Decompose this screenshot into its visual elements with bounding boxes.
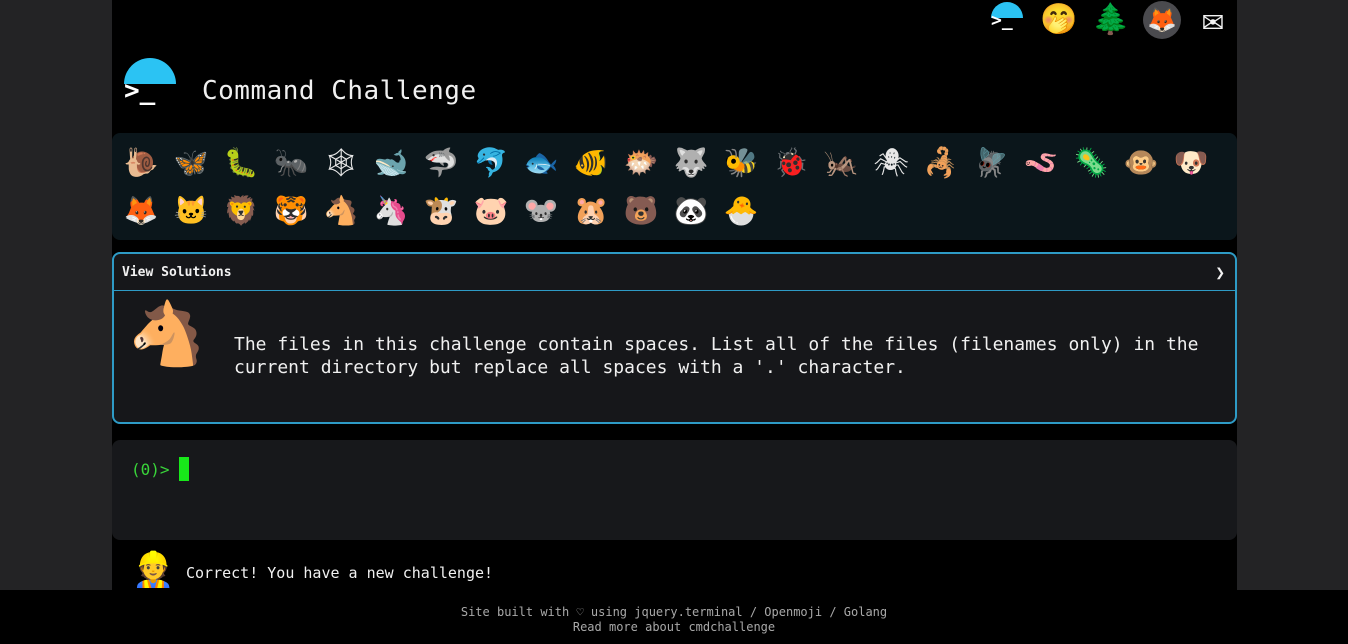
fish-icon[interactable]: 🐟 xyxy=(516,139,566,187)
tiger-icon[interactable]: 🐯 xyxy=(266,187,316,235)
status-message: 👷 Correct! You have a new challenge! xyxy=(132,550,493,590)
terminal-cursor[interactable] xyxy=(178,457,189,481)
panda-icon[interactable]: 🐼 xyxy=(666,187,716,235)
cricket-icon[interactable]: 🦗 xyxy=(816,139,866,187)
caterpillar-icon[interactable]: 🐛 xyxy=(216,139,266,187)
view-solutions-toggle[interactable]: View Solutions ❯ xyxy=(114,254,1235,291)
ladybug-icon[interactable]: 🐞 xyxy=(766,139,816,187)
solutions-panel: View Solutions ❯ 🐴 The files in this cha… xyxy=(112,252,1237,424)
spider-icon[interactable]: 🕷 xyxy=(866,139,916,187)
worm-icon[interactable]: 🪱 xyxy=(1016,139,1066,187)
hamster-icon[interactable]: 🐹 xyxy=(566,187,616,235)
whale-icon[interactable]: 🐋 xyxy=(366,139,416,187)
mouse-icon[interactable]: 🐭 xyxy=(516,187,566,235)
butterfly-icon[interactable]: 🦋 xyxy=(166,139,216,187)
lion-icon[interactable]: 🦁 xyxy=(216,187,266,235)
view-solutions-label: View Solutions xyxy=(122,264,232,280)
horse-icon: 🐴 xyxy=(128,297,206,370)
fox-icon[interactable]: 🦊 xyxy=(116,187,166,235)
construction-worker-icon: 👷 xyxy=(132,550,175,590)
footer: Site built with ♡ using jquery.terminal … xyxy=(0,590,1348,644)
fly-icon[interactable]: 🪰 xyxy=(966,139,1016,187)
pig-icon[interactable]: 🐷 xyxy=(466,187,516,235)
top-icon-bar: >_ 🤭 🌲 🦊 ✉ xyxy=(987,0,1233,40)
page-container: >_ 🤭 🌲 🦊 ✉ >_ Command Challenge 🐌 🦋 🐛 🐜 🕸 🐋 🦈 🐬… xyxy=(112,0,1237,590)
gitlab-icon[interactable]: 🦊 xyxy=(1143,1,1181,39)
site-header: >_ Command Challenge xyxy=(122,58,477,114)
challenge-body: 🐴 The files in this challenge contain sp… xyxy=(114,291,1235,391)
scorpion-icon[interactable]: 🦂 xyxy=(916,139,966,187)
terminal[interactable]: (0)> xyxy=(112,440,1237,540)
dolphin-icon[interactable]: 🐬 xyxy=(466,139,516,187)
status-message-text: Correct! You have a new challenge! xyxy=(186,564,494,582)
bear-icon[interactable]: 🐻 xyxy=(616,187,666,235)
monkey-icon[interactable]: 🐵 xyxy=(1116,139,1166,187)
snail-icon[interactable]: 🐌 xyxy=(116,139,166,187)
footer-credits[interactable]: Site built with ♡ using jquery.terminal … xyxy=(0,605,1348,620)
prompt-icon: >_ xyxy=(124,76,156,106)
hand-over-mouth-icon[interactable]: 🤭 xyxy=(1039,0,1079,40)
unicorn-icon[interactable]: 🦄 xyxy=(366,187,416,235)
horse-icon[interactable]: 🐴 xyxy=(316,187,366,235)
terminal-prompt-line[interactable]: (0)> xyxy=(131,457,189,481)
microbe-icon[interactable]: 🦠 xyxy=(1066,139,1116,187)
terminal-prompt: (0)> xyxy=(131,459,170,479)
blowfish-icon[interactable]: 🐡 xyxy=(616,139,666,187)
ant-icon[interactable]: 🐜 xyxy=(266,139,316,187)
bee-icon[interactable]: 🐝 xyxy=(716,139,766,187)
challenge-description: The files in this challenge contain spac… xyxy=(234,334,1199,378)
hatching-chick-icon[interactable]: 🐣 xyxy=(716,187,766,235)
dog-icon[interactable]: 🐶 xyxy=(1166,139,1216,187)
page-title: Command Challenge xyxy=(202,76,477,106)
tropical-fish-icon[interactable]: 🐠 xyxy=(566,139,616,187)
evergreen-tree-icon[interactable]: 🌲 xyxy=(1091,0,1131,40)
shark-icon[interactable]: 🦈 xyxy=(416,139,466,187)
envelope-icon[interactable]: ✉ xyxy=(1193,0,1233,40)
cat-icon[interactable]: 🐱 xyxy=(166,187,216,235)
chevron-right-icon: ❯ xyxy=(1215,262,1225,282)
cmdchallenge-logo-icon[interactable]: >_ xyxy=(987,0,1027,40)
cow-icon[interactable]: 🐮 xyxy=(416,187,466,235)
spider-web-icon[interactable]: 🕸 xyxy=(316,139,366,187)
wolf-icon[interactable]: 🐺 xyxy=(666,139,716,187)
challenge-progress-icons: 🐌 🦋 🐛 🐜 🕸 🐋 🦈 🐬 🐟 🐠 🐡 🐺 🐝 🐞 🦗 🕷 🦂 🪰 🪱 🦠 🐵 🐶 🦊 🐱 🦁 🐯 🐴 🦄 🐮 🐷 🐭 🐹 🐻 🐼 🐣 xyxy=(112,133,1237,240)
footer-read-more-link[interactable]: Read more about cmdchallenge xyxy=(0,620,1348,635)
cmdchallenge-logo[interactable]: >_ xyxy=(122,58,178,114)
